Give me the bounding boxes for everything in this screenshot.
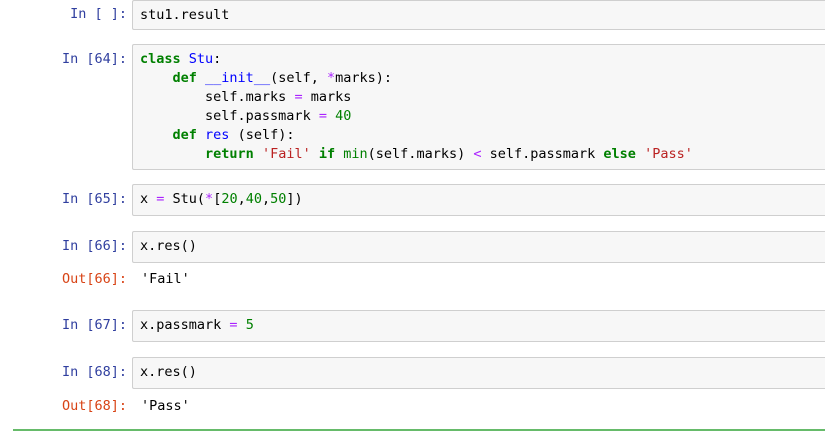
code-token: (self.marks) — [367, 146, 474, 162]
code-input[interactable]: x.res() — [132, 357, 825, 389]
string-token: 'Fail' — [261, 146, 311, 162]
code-line: stu1.result — [140, 7, 230, 23]
output-prompt: Out[66]: — [61, 271, 127, 287]
function-name-token: res — [205, 127, 230, 143]
function-name-token: __init__ — [205, 70, 271, 86]
builtin-token: min — [343, 146, 368, 162]
code-line: self.marks = marks — [140, 88, 825, 107]
keyword-token: def — [172, 70, 197, 86]
code-input[interactable]: x.res() — [132, 231, 825, 263]
keyword-token: if — [318, 146, 336, 162]
operator-token: = — [294, 89, 303, 105]
input-prompt: In [ ]: — [70, 6, 127, 22]
class-name-token: Stu — [188, 51, 214, 67]
code-line: class Stu: — [140, 50, 825, 69]
code-input[interactable]: x = Stu(*[20,40,50]) — [132, 184, 825, 216]
cell-output: 'Fail' — [141, 271, 190, 287]
code-line: x.res() — [140, 364, 197, 380]
code-text: stu1.result — [133, 1, 825, 25]
code-token: (self, — [270, 70, 327, 86]
code-input[interactable]: class Stu: def __init__(self, *marks): s… — [132, 44, 825, 170]
number-token: 20 — [221, 191, 238, 207]
output-prompt: Out[68]: — [61, 398, 127, 414]
code-line: def res (self): — [140, 126, 825, 145]
keyword-token: class — [140, 51, 181, 67]
code-line: x.res() — [140, 238, 197, 254]
code-line: self.passmark = 40 — [140, 107, 825, 126]
code-text: class Stu: def __init__(self, *marks): s… — [133, 45, 825, 164]
code-text: x.res() — [133, 358, 825, 382]
number-token: 40 — [245, 191, 262, 207]
code-line: x.passmark = 5 — [140, 316, 825, 335]
code-token: marks — [302, 89, 352, 105]
input-prompt: In [68]: — [61, 364, 127, 380]
operator-token: * — [205, 191, 214, 207]
code-input[interactable]: x.passmark = 5 — [132, 310, 825, 342]
code-text: x = Stu(*[20,40,50]) — [133, 185, 825, 209]
code-text: x.res() — [133, 232, 825, 256]
input-prompt: In [66]: — [61, 238, 127, 254]
code-input[interactable]: stu1.result — [132, 0, 825, 30]
code-token: Stu( — [164, 191, 206, 207]
input-prompt: In [65]: — [61, 191, 127, 207]
selected-cell-indicator — [13, 429, 825, 431]
code-token: self.marks — [205, 89, 295, 105]
number-token: 40 — [335, 108, 352, 124]
number-token: 5 — [245, 317, 254, 333]
code-line: return 'Fail' if min(self.marks) < self.… — [140, 145, 825, 164]
code-token: marks): — [335, 70, 393, 86]
code-token: x.passmark — [140, 317, 230, 333]
keyword-token: def — [172, 127, 197, 143]
code-line: x = Stu(*[20,40,50]) — [140, 191, 303, 207]
operator-token: * — [326, 70, 336, 86]
input-prompt: In [67]: — [61, 317, 127, 333]
operator-token: = — [318, 108, 327, 124]
cell-output: 'Pass' — [141, 398, 190, 414]
code-token: x — [140, 191, 157, 207]
string-token: 'Pass' — [644, 146, 693, 162]
code-token: : — [213, 51, 222, 67]
code-text: x.passmark = 5 — [133, 311, 825, 335]
code-token: self.passmark — [205, 108, 319, 124]
input-prompt: In [64]: — [61, 51, 127, 67]
code-token: ]) — [286, 191, 303, 207]
keyword-token: return — [205, 146, 254, 162]
code-token: self.passmark — [481, 146, 604, 162]
operator-token: = — [229, 317, 238, 333]
keyword-token: else — [603, 146, 636, 162]
code-token: (self): — [229, 127, 295, 143]
code-line: def __init__(self, *marks): — [140, 69, 825, 88]
number-token: 50 — [270, 191, 287, 207]
